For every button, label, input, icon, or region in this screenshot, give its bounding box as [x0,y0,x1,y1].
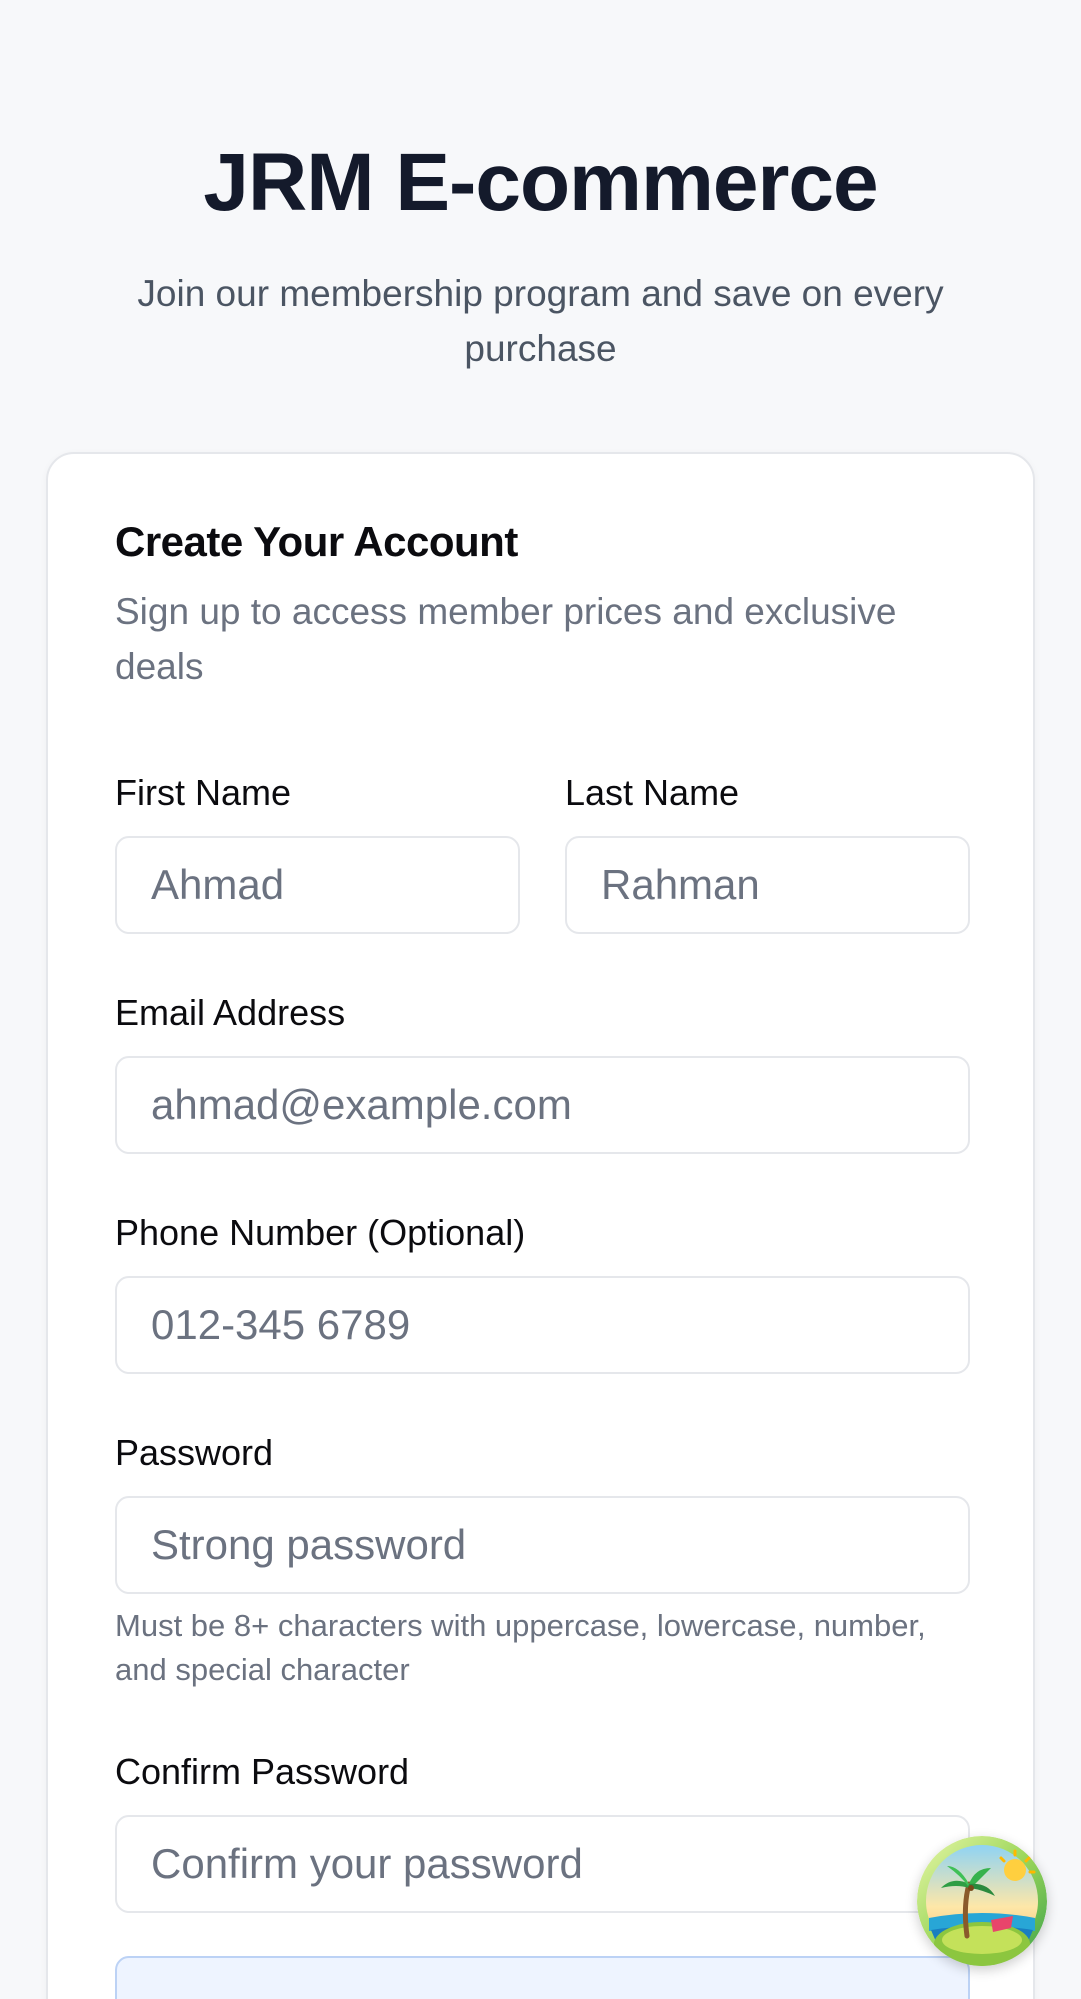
signup-page: JRM E-commerce Join our membership progr… [0,0,1081,1999]
first-name-label: First Name [115,772,292,813]
brand-title: JRM E-commerce [203,137,878,228]
signup-card: Create Your Account Sign up to access me… [46,452,1035,1999]
card-subtitle: Sign up to access member prices and excl… [115,591,897,687]
brand-subtitle: Join our membership program and save on … [137,273,944,369]
last-name-label: Last Name [565,772,740,813]
card-title: Create Your Account [115,518,518,565]
confirm-password-input[interactable] [115,1815,970,1913]
page-header: JRM E-commerce Join our membership progr… [0,0,1081,376]
floating-assistant-button[interactable] [917,1836,1047,1966]
confirm-password-label: Confirm Password [115,1751,410,1792]
info-box [115,1956,970,1999]
last-name-input[interactable] [565,836,970,934]
first-name-input[interactable] [115,836,520,934]
phone-label: Phone Number (Optional) [115,1212,526,1253]
email-input[interactable] [115,1056,970,1154]
tropical-island-icon [917,1836,1047,1966]
phone-input[interactable] [115,1276,970,1374]
password-label: Password [115,1432,274,1473]
email-label: Email Address [115,992,346,1033]
password-input[interactable] [115,1496,970,1594]
password-hint: Must be 8+ characters with uppercase, lo… [115,1608,926,1687]
